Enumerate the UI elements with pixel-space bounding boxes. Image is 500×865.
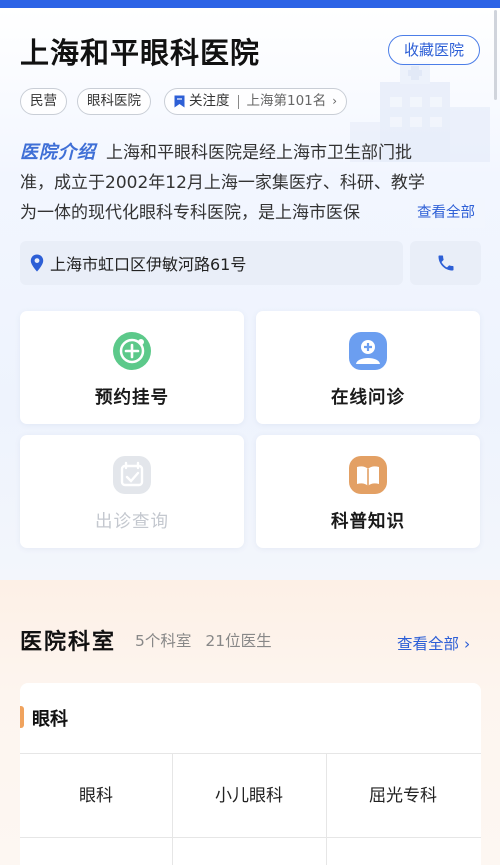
doctor-count: 21位医生 <box>205 632 272 650</box>
scrollbar[interactable] <box>494 10 497 100</box>
phone-icon <box>438 255 453 271</box>
tag-private: 民营 <box>20 88 67 115</box>
category-accent-bar <box>20 706 24 728</box>
departments-view-all-link[interactable]: 查看全部 › <box>397 632 470 654</box>
department-item-pediatric-eye[interactable]: 小儿眼科 <box>173 754 325 838</box>
intro-line-2: 准，成立于2002年12月上海一家集医疗、科研、教学 <box>20 173 425 193</box>
attention-rank-tag[interactable]: 关注度 上海第101名 › <box>164 88 348 115</box>
chevron-right-icon: › <box>463 635 471 653</box>
tag-divider <box>237 94 239 109</box>
departments-view-all-label: 查看全部 <box>397 635 460 653</box>
department-count: 5个科室 <box>135 632 192 650</box>
tag-eye-hospital: 眼科医院 <box>77 88 151 115</box>
favorite-hospital-button[interactable]: 收藏医院 <box>388 35 480 65</box>
schedule-query-card[interactable]: 出诊查询 <box>20 435 244 548</box>
top-accent-bar <box>0 0 500 8</box>
health-knowledge-label: 科普知识 <box>331 512 405 532</box>
call-button[interactable] <box>410 241 481 285</box>
department-item-refractive[interactable]: 屈光专科 <box>327 754 479 838</box>
book-appointment-card[interactable]: 预约挂号 <box>20 311 244 424</box>
department-category: 眼科 <box>32 709 68 730</box>
department-item-eye[interactable]: 眼科 <box>20 754 172 838</box>
attention-rank: 上海第101名 <box>246 93 327 109</box>
address-text: 上海市虹口区伊敏河路61号 <box>50 255 247 274</box>
departments-title: 医院科室 <box>20 630 117 655</box>
online-consult-label: 在线问诊 <box>331 388 405 408</box>
calendar-check-icon <box>113 456 151 494</box>
intro-line-1: 上海和平眼科医院是经上海市卫生部门批 <box>106 143 412 163</box>
doctor-icon <box>349 332 387 370</box>
plus-circle-icon <box>113 332 151 370</box>
attention-label: 关注度 <box>189 93 230 109</box>
intro-view-all-link[interactable]: 查看全部 <box>405 198 485 228</box>
online-consult-card[interactable]: 在线问诊 <box>256 311 480 424</box>
chevron-right-icon: › <box>332 94 338 108</box>
book-appointment-label: 预约挂号 <box>95 388 169 408</box>
address-bar[interactable]: 上海市虹口区伊敏河路61号 <box>20 241 403 285</box>
intro-label: 医院介绍 <box>20 142 96 163</box>
health-knowledge-card[interactable]: 科普知识 <box>256 435 480 548</box>
bookmark-icon <box>174 95 185 108</box>
location-pin-icon <box>30 254 44 272</box>
departments-stats: 5个科室 21位医生 <box>135 629 286 651</box>
hospital-name: 上海和平眼科医院 <box>20 36 261 70</box>
book-icon <box>349 456 387 494</box>
schedule-query-label: 出诊查询 <box>95 512 169 532</box>
